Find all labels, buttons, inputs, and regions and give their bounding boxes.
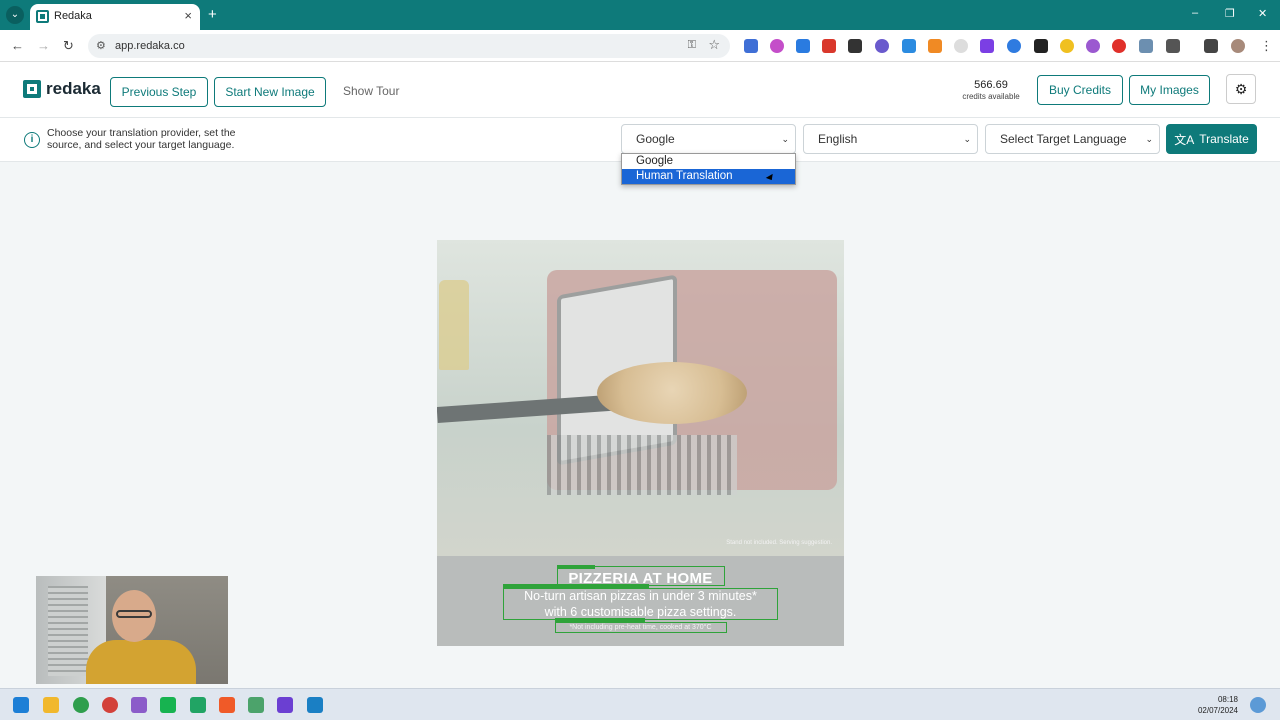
- minimize-button[interactable]: –: [1192, 7, 1198, 19]
- image-preview[interactable]: Stand not included. Serving suggestion. …: [437, 240, 844, 646]
- provider-select-value: Google: [636, 132, 675, 146]
- browser-toolbar: ← → ↻ ⚙ app.redaka.co ⚿ ☆ ⋮: [0, 30, 1280, 62]
- provider-select[interactable]: Google ⌄: [621, 124, 796, 154]
- extension-circle-icon[interactable]: [770, 39, 784, 53]
- extension-chrome-icon[interactable]: [1007, 39, 1021, 53]
- redaka-favicon-icon: [36, 10, 49, 23]
- extension-red-icon[interactable]: [1112, 39, 1126, 53]
- extension-rainbow-icon[interactable]: [1139, 39, 1153, 53]
- provider-option-google[interactable]: Google: [622, 154, 795, 169]
- translate-label: Translate: [1199, 132, 1249, 146]
- pizza-image: [597, 362, 747, 424]
- serving-suggestion-text: Stand not included. Serving suggestion.: [726, 540, 832, 546]
- redaka-logo-icon: [23, 80, 41, 98]
- chevron-down-icon: ⌄: [1145, 134, 1153, 144]
- info-icon: i: [24, 132, 40, 148]
- forward-icon[interactable]: →: [37, 38, 50, 53]
- target-language-value: Select Target Language: [1000, 132, 1127, 146]
- profile-avatar-icon[interactable]: [1231, 39, 1245, 53]
- new-tab-button[interactable]: +: [208, 6, 217, 23]
- subline-line-1: No-turn artisan pizzas in under 3 minute…: [524, 589, 757, 603]
- chrome-icon[interactable]: [73, 697, 89, 713]
- webcam-person-body: [86, 640, 196, 684]
- oil-bottle-image: [439, 280, 469, 370]
- extension-save-icon[interactable]: [848, 39, 862, 53]
- file-explorer-icon[interactable]: [43, 697, 59, 713]
- footnote-text: *Not including pre-heat time, cooked at …: [569, 624, 712, 631]
- screen-capture-icon[interactable]: [248, 697, 264, 713]
- webcam-person-glasses: [116, 610, 152, 618]
- windows-taskbar: 08:18 02/07/2024: [0, 688, 1280, 720]
- extension-window-icon[interactable]: [902, 39, 916, 53]
- logo-text: redaka: [46, 79, 101, 98]
- copilot-icon[interactable]: [1250, 697, 1266, 713]
- browser-tab[interactable]: Redaka ×: [30, 4, 200, 30]
- tab-close-icon[interactable]: ×: [184, 8, 192, 23]
- clock-date: 02/07/2024: [1197, 706, 1238, 715]
- translate-button[interactable]: 文A Translate: [1166, 124, 1257, 154]
- target-language-select[interactable]: Select Target Language ⌄: [985, 124, 1160, 154]
- chevron-down-icon: ⌄: [963, 134, 971, 144]
- game-icon[interactable]: [160, 697, 176, 713]
- show-tour-link[interactable]: Show Tour: [343, 84, 399, 98]
- clapper-icon[interactable]: [277, 697, 293, 713]
- detected-text-tag: [557, 565, 595, 569]
- extension-orange-icon[interactable]: [928, 39, 942, 53]
- clock-time: 08:18: [1217, 695, 1238, 704]
- extension-n-icon[interactable]: [744, 39, 758, 53]
- headline-text: PIZZERIA AT HOME: [568, 570, 713, 587]
- my-images-button[interactable]: My Images: [1129, 75, 1210, 105]
- extension-brain-icon[interactable]: [1086, 39, 1100, 53]
- url-text[interactable]: app.redaka.co: [115, 40, 185, 52]
- restore-button[interactable]: ❐: [1225, 7, 1235, 20]
- browser-titlebar: ⌄ Redaka × + – ❐ ✕: [0, 0, 1280, 30]
- credits-label: credits available: [962, 92, 1020, 101]
- slack-icon[interactable]: [131, 697, 147, 713]
- translate-icon: 文A: [1174, 132, 1195, 147]
- extension-smiley-icon[interactable]: [1060, 39, 1074, 53]
- app-header: redaka Previous Step Start New Image Sho…: [0, 62, 1280, 118]
- tab-search-icon[interactable]: ⌄: [6, 6, 24, 24]
- window-app-icon[interactable]: [307, 697, 323, 713]
- k-app-icon[interactable]: [190, 697, 206, 713]
- address-bar[interactable]: ⚙ app.redaka.co ⚿ ☆: [88, 34, 730, 58]
- reload-icon[interactable]: ↻: [63, 38, 74, 54]
- extension-badge-icon[interactable]: [822, 39, 836, 53]
- close-window-button[interactable]: ✕: [1258, 7, 1267, 20]
- instruction-text: Choose your translation provider, set th…: [47, 127, 236, 151]
- subline-text: No-turn artisan pizzas in under 3 minute…: [437, 588, 844, 620]
- brave-icon[interactable]: [219, 697, 235, 713]
- webcam-overlay: [36, 576, 228, 684]
- source-language-value: English: [818, 132, 858, 146]
- password-key-icon[interactable]: ⚿: [688, 39, 696, 52]
- extensions-puzzle-icon[interactable]: [1166, 39, 1180, 53]
- taskbar-clock[interactable]: 08:18 02/07/2024: [1198, 694, 1238, 716]
- extension-bolt-icon[interactable]: [980, 39, 994, 53]
- downloads-icon[interactable]: [1204, 39, 1218, 53]
- settings-gear-icon[interactable]: ⚙: [1226, 74, 1256, 104]
- chrome-active-icon[interactable]: [102, 697, 118, 713]
- extension-gear-icon[interactable]: [875, 39, 889, 53]
- extension-face-icon[interactable]: [954, 39, 968, 53]
- back-icon[interactable]: ←: [11, 38, 24, 53]
- tab-title: Redaka: [54, 10, 92, 22]
- extension-download-icon[interactable]: [796, 39, 810, 53]
- previous-step-button[interactable]: Previous Step: [110, 77, 208, 107]
- credits-value: 566.69: [974, 79, 1008, 91]
- product-photo: Stand not included. Serving suggestion.: [437, 240, 844, 556]
- oven-grille-image: [547, 435, 737, 495]
- start-menu-icon[interactable]: [13, 697, 29, 713]
- source-language-select[interactable]: English ⌄: [803, 124, 978, 154]
- start-new-image-button[interactable]: Start New Image: [214, 77, 326, 107]
- subline-line-2: with 6 customisable pizza settings.: [544, 605, 737, 619]
- chevron-down-icon: ⌄: [781, 134, 789, 144]
- site-info-icon[interactable]: ⚙: [96, 39, 106, 52]
- bookmark-star-icon[interactable]: ☆: [708, 37, 720, 53]
- buy-credits-button[interactable]: Buy Credits: [1037, 75, 1123, 105]
- extension-pen-icon[interactable]: [1034, 39, 1048, 53]
- browser-menu-icon[interactable]: ⋮: [1260, 38, 1273, 54]
